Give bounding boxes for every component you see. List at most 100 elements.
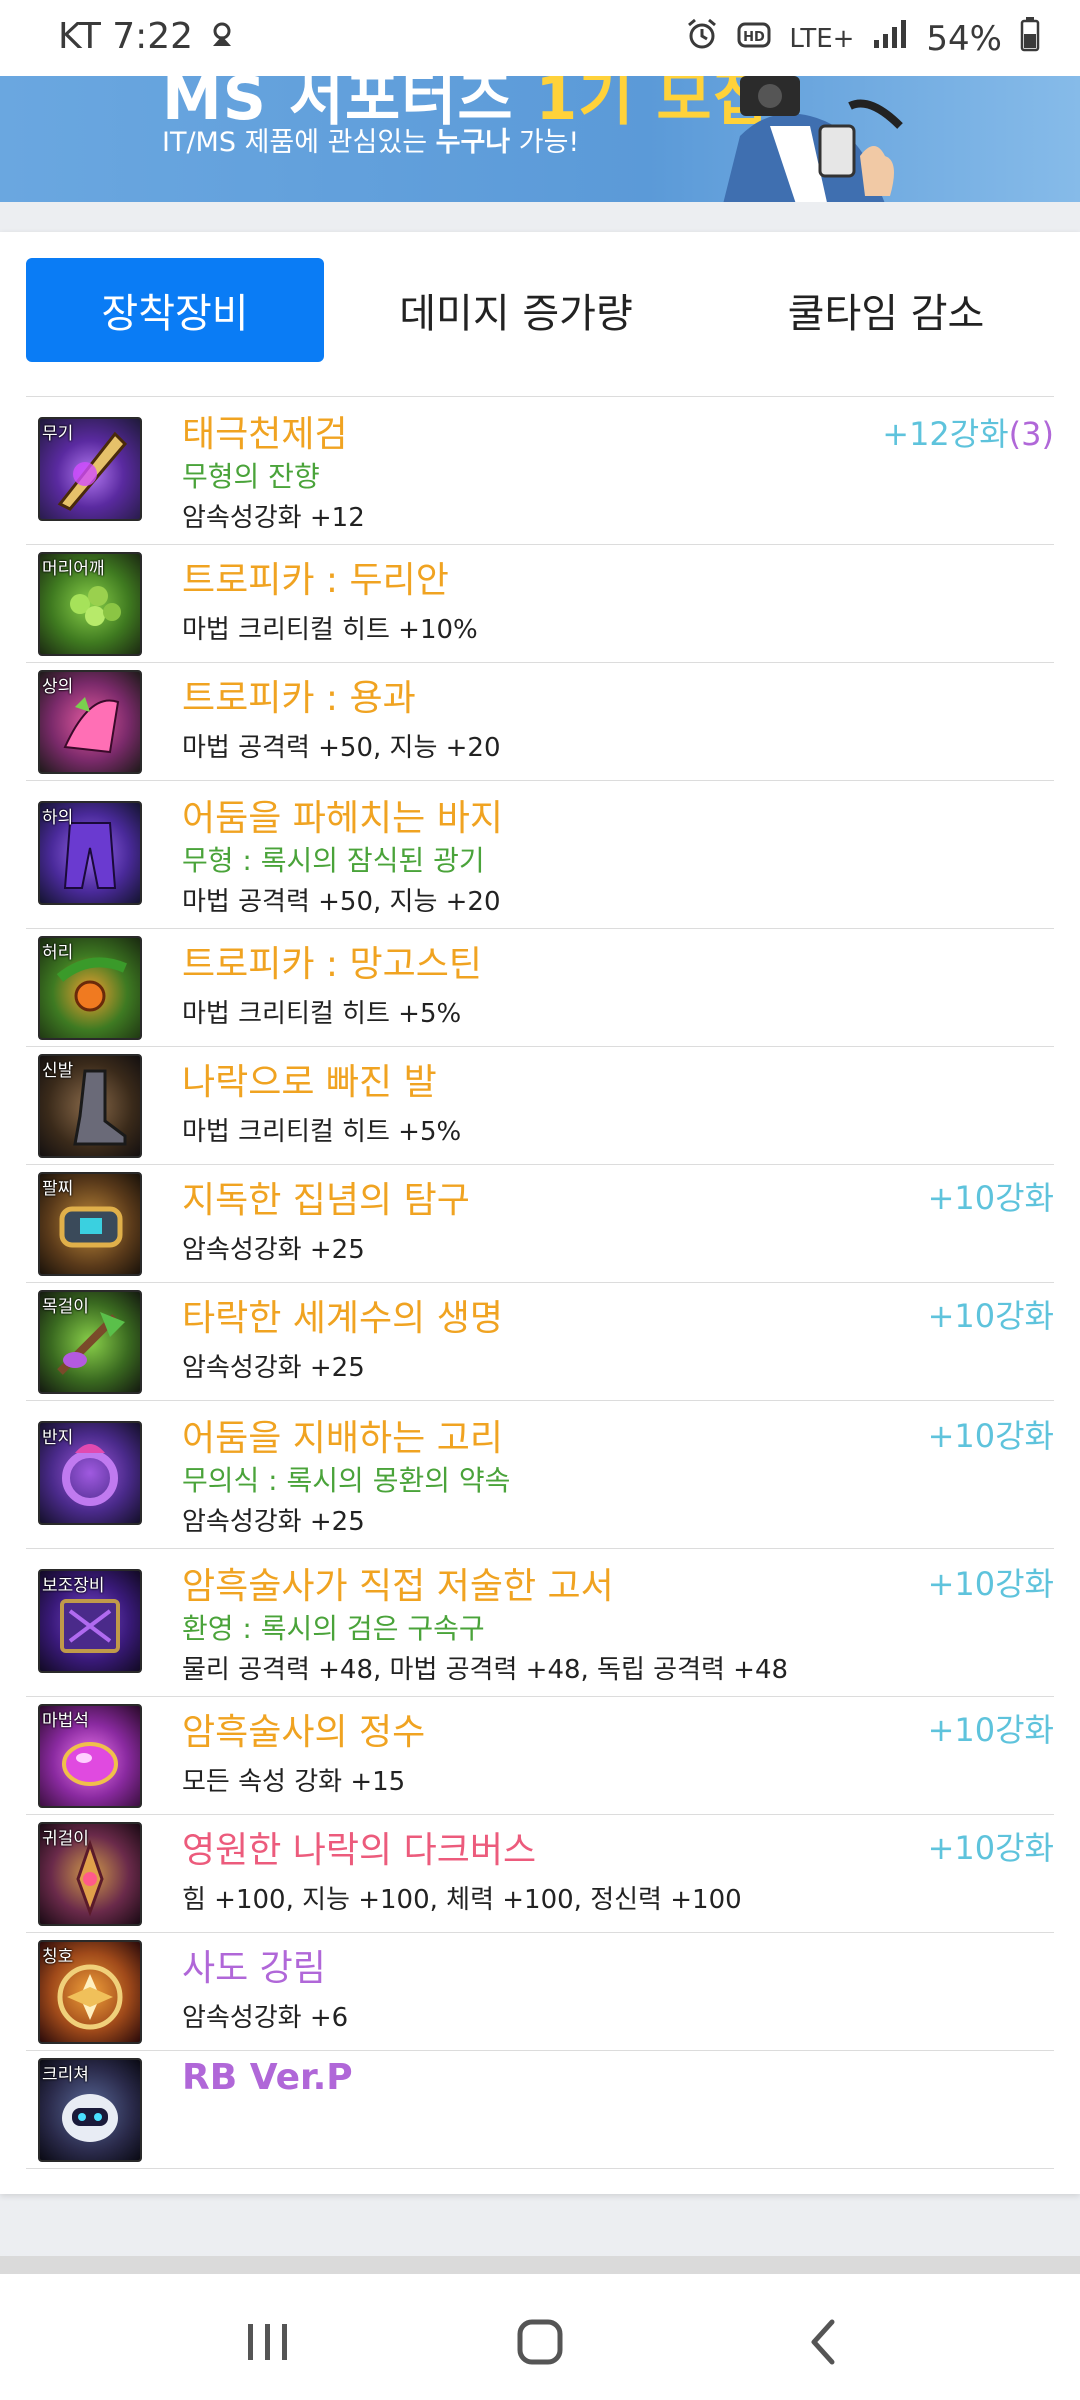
slot-label: 마법석	[42, 1711, 89, 1731]
tab-bar: 장착장비 데미지 증가량 쿨타임 감소	[26, 258, 1054, 362]
tab-cooldown-reduction[interactable]: 쿨타임 감소	[736, 258, 1036, 362]
slot-label: 크리쳐	[42, 2065, 89, 2085]
equipment-item-bracelet[interactable]: 팔찌 지독한 집념의 탐구 +10강화 암속성강화 +25	[26, 1165, 1054, 1283]
equipment-item-creature[interactable]: 크리쳐 RB Ver.P	[26, 2051, 1054, 2169]
item-name: 태극천제검	[182, 414, 348, 455]
earring-icon: 귀걸이	[38, 1822, 142, 1926]
reinforce-level: +10강화	[927, 1565, 1054, 1603]
item-stat: 모든 속성 강화 +15	[182, 1767, 406, 1797]
item-name: 어둠을 파헤치는 바지	[182, 798, 503, 839]
item-name: 지독한 집념의 탐구	[182, 1180, 470, 1221]
equipment-item-shoes[interactable]: 신발 나락으로 빠진 발 마법 크리티컬 히트 +5%	[26, 1047, 1054, 1165]
subweapon-icon: 보조장비	[38, 1569, 142, 1673]
notification-app-icon	[207, 16, 237, 57]
ring-icon: 반지	[38, 1421, 142, 1525]
necklace-icon: 목걸이	[38, 1290, 142, 1394]
carrier-time: KT 7:22	[58, 16, 194, 57]
item-stat: 마법 크리티컬 히트 +5%	[182, 1117, 462, 1147]
equipment-item-ring[interactable]: 반지 어둠을 지배하는 고리 +10강화 무의식 : 록시의 몽환의 약속 암속…	[26, 1401, 1054, 1549]
slot-label: 팔찌	[42, 1179, 74, 1199]
slot-label: 반지	[42, 1428, 74, 1448]
shoes-icon: 신발	[38, 1054, 142, 1158]
banner-subtitle-bold: 누구나	[435, 127, 511, 158]
recents-icon[interactable]	[238, 2312, 298, 2372]
item-option: 환영 : 록시의 검은 구속구	[182, 1612, 485, 1645]
slot-label: 보조장비	[42, 1576, 105, 1596]
item-stat: 암속성강화 +25	[182, 1235, 365, 1265]
item-stat: 마법 공격력 +50, 지능 +20	[182, 733, 501, 763]
item-name: 타락한 세계수의 생명	[182, 1298, 503, 1339]
equipment-item-necklace[interactable]: 목걸이 타락한 세계수의 생명 +10강화 암속성강화 +25	[26, 1283, 1054, 1401]
reinforce-level: +10강화	[927, 1179, 1054, 1217]
top-icon: 상의	[38, 670, 142, 774]
item-name: 어둠을 지배하는 고리	[182, 1418, 503, 1459]
equipment-item-belt[interactable]: 허리 트로피카 : 망고스틴 마법 크리티컬 히트 +5%	[26, 929, 1054, 1047]
slot-label: 목걸이	[42, 1297, 89, 1317]
equipment-item-earring[interactable]: 귀걸이 영원한 나락의 다크버스 +10강화 힘 +100, 지능 +100, …	[26, 1815, 1054, 1933]
equipment-item-pants[interactable]: 하의 어둠을 파헤치는 바지 무형 : 록시의 잠식된 광기 마법 공격력 +5…	[26, 781, 1054, 929]
reinforce-extra: (3)	[1008, 415, 1054, 453]
item-name: RB Ver.P	[182, 2057, 353, 2098]
lte-icon: LTE+	[789, 23, 855, 54]
item-stat: 암속성강화 +25	[182, 1353, 365, 1383]
equipment-item-title[interactable]: 칭호 사도 강림 암속성강화 +6	[26, 1933, 1054, 2051]
item-stat: 암속성강화 +12	[182, 503, 365, 533]
item-name: 사도 강림	[182, 1948, 326, 1989]
slot-label: 신발	[42, 1061, 74, 1081]
reinforce-level: +12강화(3)	[882, 409, 1054, 455]
item-name: 암흑술사의 정수	[182, 1712, 426, 1753]
slot-label: 상의	[42, 677, 74, 697]
belt-icon: 허리	[38, 936, 142, 1040]
battery-icon	[1020, 16, 1040, 61]
slot-label: 귀걸이	[42, 1829, 89, 1849]
equipment-item-magic-stone[interactable]: 마법석 암흑술사의 정수 +10강화 모든 속성 강화 +15	[26, 1697, 1054, 1815]
reinforce-value: +12강화	[882, 415, 1009, 453]
hd-voice-icon: HD	[737, 19, 771, 59]
slot-label: 머리어깨	[42, 559, 105, 579]
slot-label: 칭호	[42, 1947, 74, 1967]
banner-subtitle: IT/MS 제품에 관심있는 누구나 가능!	[162, 120, 579, 159]
item-option: 무형의 잔향	[182, 460, 320, 493]
equipment-card: 장착장비 데미지 증가량 쿨타임 감소 무기 태극천제검 +12강화(3) 무형…	[0, 232, 1080, 2194]
slot-label: 허리	[42, 943, 74, 963]
equipment-item-shoulder[interactable]: 머리어깨 트로피카 : 두리안 마법 크리티컬 히트 +10%	[26, 545, 1054, 663]
reinforce-level: +10강화	[927, 1417, 1054, 1455]
system-nav-bar	[0, 2274, 1080, 2400]
back-icon[interactable]	[794, 2312, 854, 2372]
ad-banner[interactable]: MS 서포터즈 1기 모집 IT/MS 제품에 관심있는 누구나 가능!	[0, 76, 1080, 202]
equipment-list: 무기 태극천제검 +12강화(3) 무형의 잔향 암속성강화 +12 머리어깨 …	[26, 396, 1054, 2169]
status-left: KT 7:22	[58, 16, 237, 57]
reinforce-level: +10강화	[927, 1711, 1054, 1749]
tab-damage-increase[interactable]: 데미지 증가량	[366, 258, 666, 362]
banner-person-illustration	[700, 76, 930, 202]
item-stat: 마법 공격력 +50, 지능 +20	[182, 887, 501, 917]
battery-text: 54%	[926, 18, 1002, 59]
home-icon[interactable]	[510, 2312, 570, 2372]
item-name: 암흑술사가 직접 저술한 고서	[182, 1566, 614, 1607]
equipment-item-top[interactable]: 상의 트로피카 : 용과 마법 공격력 +50, 지능 +20	[26, 663, 1054, 781]
svg-text:HD: HD	[744, 30, 766, 45]
title-icon: 칭호	[38, 1940, 142, 2044]
banner-subtitle-prefix: IT/MS 제품에 관심있는	[162, 127, 436, 158]
pants-icon: 하의	[38, 801, 142, 905]
bracelet-icon: 팔찌	[38, 1172, 142, 1276]
item-stat: 물리 공격력 +48, 마법 공격력 +48, 독립 공격력 +48	[182, 1655, 789, 1685]
item-stat: 암속성강화 +25	[182, 1507, 365, 1537]
equipment-item-weapon[interactable]: 무기 태극천제검 +12강화(3) 무형의 잔향 암속성강화 +12	[26, 397, 1054, 545]
reinforce-level: +10강화	[927, 1829, 1054, 1867]
banner-subtitle-suffix: 가능!	[510, 127, 580, 158]
page-footer-strip	[0, 2256, 1080, 2274]
magic-stone-icon: 마법석	[38, 1704, 142, 1808]
item-name: 나락으로 빠진 발	[182, 1062, 437, 1103]
item-stat: 암속성강화 +6	[182, 2003, 349, 2033]
tab-equipped[interactable]: 장착장비	[26, 258, 324, 362]
signal-icon	[872, 18, 908, 59]
creature-icon: 크리쳐	[38, 2058, 142, 2162]
status-bar: KT 7:22 HD LTE+ 54%	[0, 0, 1080, 76]
item-name: 트로피카 : 망고스틴	[182, 944, 482, 985]
alarm-icon	[685, 17, 719, 60]
weapon-icon: 무기	[38, 417, 142, 521]
item-stat: 마법 크리티컬 히트 +10%	[182, 615, 478, 645]
equipment-item-subweapon[interactable]: 보조장비 암흑술사가 직접 저술한 고서 +10강화 환영 : 록시의 검은 구…	[26, 1549, 1054, 1697]
item-option: 무형 : 록시의 잠식된 광기	[182, 844, 485, 877]
